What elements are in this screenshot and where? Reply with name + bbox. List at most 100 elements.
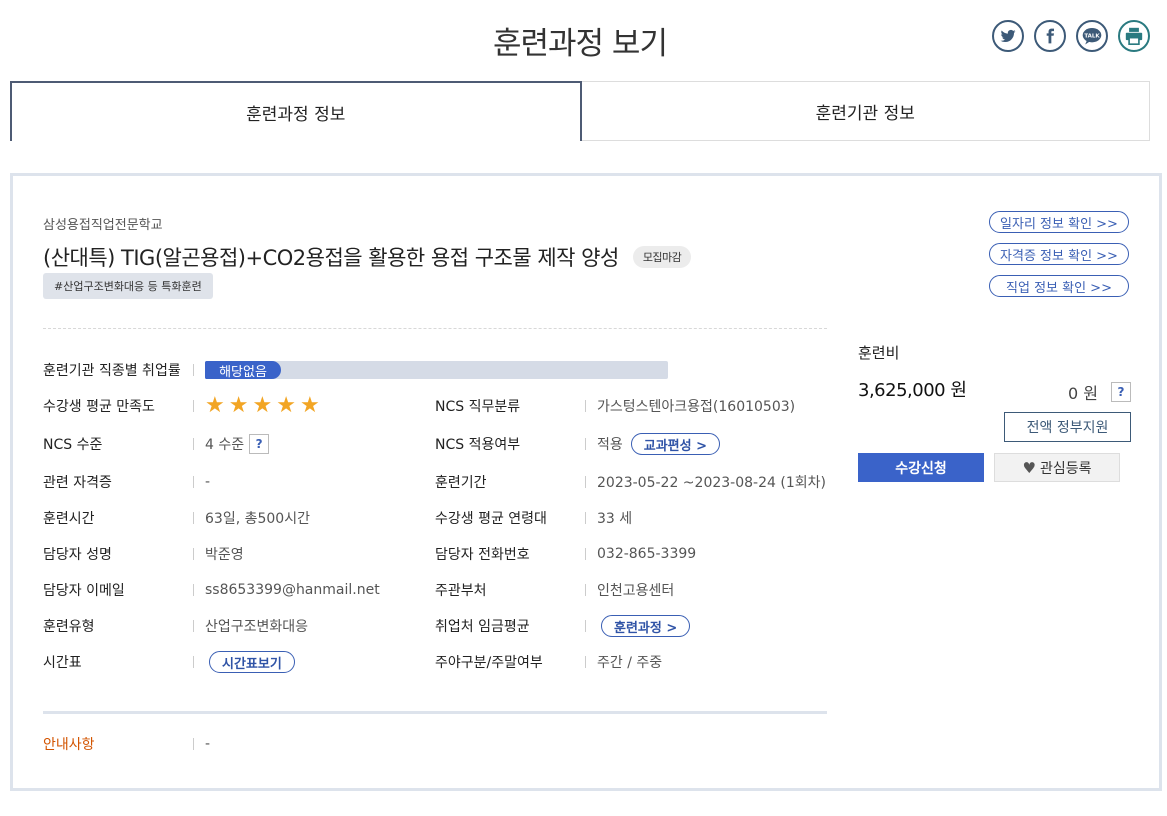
- separator: [585, 656, 586, 668]
- separator: [193, 364, 194, 376]
- info-row: 담당자 성명 박준영 담당자 전화번호 032-865-3399: [43, 543, 827, 565]
- timetable-button[interactable]: 시간표보기: [209, 651, 295, 673]
- page-title: 훈련과정 보기: [493, 26, 668, 62]
- status-badge: 모집마감: [632, 246, 692, 268]
- dept-label: 주관부처: [435, 583, 487, 599]
- ncs-level-label: NCS 수준: [43, 437, 103, 453]
- rating-stars: ★ ★ ★ ★ ★: [205, 395, 320, 417]
- type-label: 훈련유형: [43, 619, 95, 635]
- tab-bar: 훈련과정 정보 훈련기관 정보: [10, 81, 1150, 141]
- employment-rate-bar: 해당없음: [205, 361, 668, 380]
- wage-course-button[interactable]: 훈련과정 >: [601, 615, 691, 637]
- facebook-icon[interactable]: [1034, 20, 1066, 52]
- course-title-text: (산대특) TIG(알곤용접)+CO2용접을 활용한 용접 구조물 제작 양성: [43, 246, 619, 270]
- manager-label: 담당자 성명: [43, 547, 112, 563]
- type-value: 산업구조변화대응: [205, 619, 309, 635]
- email-value: ss8653399@hanmail.net: [205, 582, 380, 598]
- separator: [585, 512, 586, 524]
- period-value: 2023-05-22 ~2023-08-24 (1회차): [597, 475, 826, 491]
- self-pay-amount: 0 원: [1068, 384, 1098, 403]
- manager-value: 박준영: [205, 547, 244, 563]
- separator: [193, 438, 194, 450]
- satisfaction-label: 수강생 평균 만족도: [43, 399, 155, 415]
- separator: [193, 620, 194, 632]
- info-row: 담당자 이메일 ss8653399@hanmail.net 주관부처 인천고용센…: [43, 579, 827, 601]
- employment-rate-value: 해당없음: [205, 361, 281, 380]
- quick-links: 일자리 정보 확인 >> 자격증 정보 확인 >> 직업 정보 확인 >>: [989, 211, 1129, 297]
- cert-label: 관련 자격증: [43, 475, 112, 491]
- course-tag[interactable]: #산업구조변화대응 등 특화훈련: [43, 273, 213, 299]
- separator: [193, 512, 194, 524]
- ncs-applied-value: 적용: [597, 437, 623, 453]
- star-icon: ★: [205, 393, 225, 418]
- age-value: 33 세: [597, 511, 633, 527]
- institution-name: 삼성용접직업전문학교: [43, 218, 163, 233]
- email-label: 담당자 이메일: [43, 583, 125, 599]
- separator: [585, 438, 586, 450]
- ncs-class-label: NCS 직무분류: [435, 399, 521, 415]
- phone-label: 담당자 전화번호: [435, 547, 530, 563]
- period-label: 훈련기간: [435, 475, 487, 491]
- info-row: 훈련시간 63일, 총500시간 수강생 평균 연령대 33 세: [43, 507, 827, 529]
- dept-value: 인천고용센터: [597, 583, 675, 599]
- employment-rate-label: 훈련기관 직종별 취업률: [43, 363, 181, 379]
- occupation-info-link[interactable]: 직업 정보 확인 >>: [989, 275, 1129, 297]
- info-row: 훈련기관 직종별 취업률 해당없음: [43, 359, 827, 381]
- timetable-label: 시간표: [43, 655, 82, 671]
- notice-value: -: [205, 736, 211, 752]
- separator: [193, 584, 194, 596]
- divider: [43, 328, 827, 329]
- twitter-icon[interactable]: [992, 20, 1024, 52]
- ncs-class-value: 가스텅스텐아크용접(16010503): [597, 399, 796, 415]
- info-row: 시간표 시간표보기 주야구분/주말여부 주간 / 주중: [43, 651, 827, 673]
- share-bar: TALK: [992, 20, 1150, 52]
- ncs-level-value: 4 수준: [205, 437, 245, 453]
- hours-value: 63일, 총500시간: [205, 511, 310, 527]
- svg-text:TALK: TALK: [1084, 33, 1100, 39]
- fee-label: 훈련비: [858, 344, 900, 362]
- star-icon: ★: [299, 393, 320, 418]
- star-icon: ★: [276, 393, 296, 418]
- print-icon[interactable]: [1118, 20, 1150, 52]
- info-row: 관련 자격증 - 훈련기간 2023-05-22 ~2023-08-24 (1회…: [43, 471, 827, 493]
- course-detail-panel: 삼성용접직업전문학교 (산대특) TIG(알곤용접)+CO2용접을 활용한 용접…: [10, 173, 1162, 791]
- cert-value: -: [205, 474, 211, 490]
- heart-icon: ♥: [1022, 458, 1036, 477]
- info-row: NCS 수준 4 수준 ? NCS 적용여부 적용 교과편성 >: [43, 433, 827, 455]
- separator: [193, 400, 194, 412]
- separator: [193, 476, 194, 488]
- tab-course-info[interactable]: 훈련과정 정보: [10, 81, 582, 141]
- notice-label: 안내사항: [43, 737, 95, 753]
- tab-institution-info[interactable]: 훈련기관 정보: [581, 81, 1150, 141]
- separator: [585, 476, 586, 488]
- notice-row: 안내사항 -: [43, 733, 827, 755]
- separator: [193, 656, 194, 668]
- info-row: 수강생 평균 만족도 ★ ★ ★ ★ ★ NCS 직무분류 가스텅스텐아크용접(…: [43, 395, 827, 417]
- ncs-applied-label: NCS 적용여부: [435, 437, 521, 453]
- fee-help-button[interactable]: ?: [1111, 382, 1131, 402]
- star-icon: ★: [228, 393, 249, 418]
- apply-button[interactable]: 수강신청: [858, 453, 984, 482]
- phone-value: 032-865-3399: [597, 546, 697, 562]
- favorite-label: 관심등록: [1039, 460, 1092, 477]
- ncs-level-help-button[interactable]: ?: [249, 434, 270, 454]
- course-title: (산대특) TIG(알곤용접)+CO2용접을 활용한 용접 구조물 제작 양성 모…: [43, 242, 692, 272]
- job-info-link[interactable]: 일자리 정보 확인 >>: [989, 211, 1129, 233]
- separator: [193, 548, 194, 560]
- age-label: 수강생 평균 연령대: [435, 511, 547, 527]
- separator: [585, 400, 586, 412]
- full-support-button[interactable]: 전액 정부지원: [1004, 412, 1131, 442]
- separator: [585, 584, 586, 596]
- star-icon: ★: [252, 393, 273, 418]
- curriculum-button[interactable]: 교과편성 >: [630, 433, 721, 455]
- hours-label: 훈련시간: [43, 511, 95, 527]
- wage-label: 취업처 임금평균: [435, 619, 530, 635]
- separator: [193, 738, 194, 750]
- separator: [585, 620, 586, 632]
- separator: [585, 548, 586, 560]
- daynight-label: 주야구분/주말여부: [435, 655, 543, 671]
- cert-info-link[interactable]: 자격증 정보 확인 >>: [989, 243, 1129, 265]
- kakaotalk-icon[interactable]: TALK: [1076, 20, 1108, 52]
- daynight-value: 주간 / 주중: [597, 655, 663, 671]
- favorite-button[interactable]: ♥ 관심등록: [994, 453, 1120, 482]
